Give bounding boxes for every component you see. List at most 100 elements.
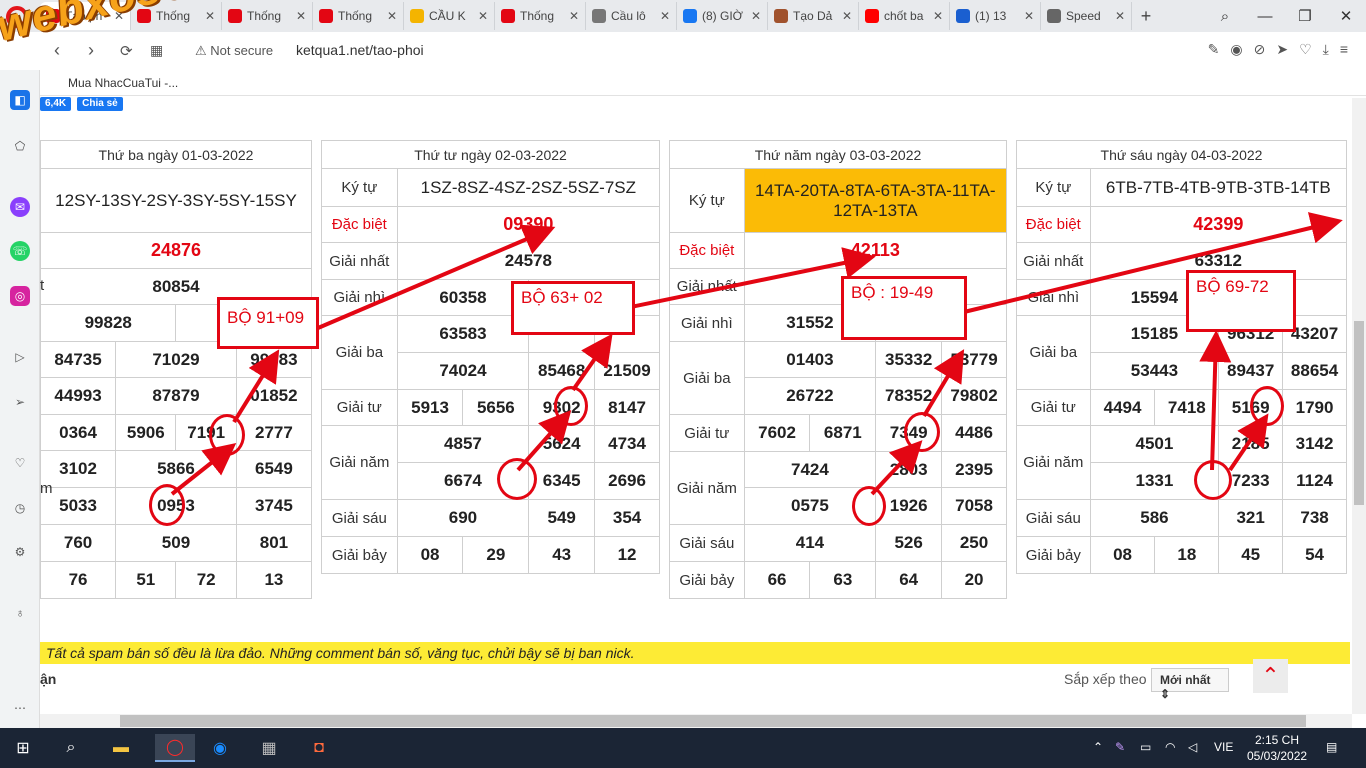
- volume-icon[interactable]: ◁: [1188, 740, 1197, 754]
- tab-close-icon[interactable]: ✕: [205, 9, 215, 23]
- minimize-button[interactable]: —: [1245, 0, 1285, 32]
- special-prize-value: 42113: [743, 232, 1008, 269]
- notification-icon[interactable]: ▤: [1326, 740, 1337, 754]
- browser-tab[interactable]: Speed ✕: [1041, 2, 1132, 30]
- browser-tab[interactable]: CẦU K ✕: [404, 2, 495, 30]
- tips-icon[interactable]: ♁: [10, 603, 30, 623]
- browser-tab[interactable]: Cầu lô ✕: [586, 2, 677, 30]
- tab-label: CẦU K: [429, 9, 466, 23]
- tab-close-icon[interactable]: ✕: [1115, 9, 1125, 23]
- fourth-prize-value: 7602: [743, 414, 811, 452]
- horizontal-scrollbar[interactable]: [40, 714, 1352, 728]
- pinboard-icon[interactable]: ⬠: [10, 136, 30, 156]
- ketqua-icon: [228, 9, 242, 23]
- sixth-prize-value: 586: [1089, 499, 1220, 537]
- browser-tab[interactable]: Thống ✕: [495, 2, 586, 30]
- forward-icon[interactable]: ›: [88, 40, 94, 61]
- calculator-icon[interactable]: ▦: [255, 734, 283, 762]
- windows-taskbar: ⊞ ⌕ ▬ ◯ ◉ ▦ ◘ ⌃ ✎ ▭ ◠ ◁ VIE 2:15 CH 05/0…: [0, 728, 1366, 768]
- tab-close-icon[interactable]: ✕: [296, 9, 306, 23]
- camera-icon[interactable]: ◉: [1230, 41, 1242, 58]
- facebook-icon: [683, 9, 697, 23]
- file-explorer-icon[interactable]: ▬: [107, 734, 135, 762]
- security-warning[interactable]: ⚠ Not secure: [195, 43, 273, 59]
- special-prize-value: 09390: [396, 206, 661, 243]
- fourth-prize-label: Giải tư: [669, 414, 745, 452]
- close-window-button[interactable]: ✕: [1326, 0, 1366, 32]
- download-icon[interactable]: ⤓: [1323, 41, 1329, 58]
- share-button[interactable]: Chia sẻ: [77, 97, 123, 111]
- favorites-icon[interactable]: ♡: [10, 453, 30, 473]
- tray-expand-icon[interactable]: ⌃: [1093, 740, 1103, 754]
- block-icon[interactable]: ⊘: [1254, 41, 1266, 58]
- whatsapp-icon[interactable]: ☏: [10, 241, 30, 261]
- back-icon[interactable]: ‹: [54, 40, 60, 61]
- seventh-prize-value: 76: [39, 561, 117, 599]
- opera-taskbar-icon[interactable]: ◯: [155, 734, 195, 762]
- zalo-icon[interactable]: ◉: [206, 734, 234, 762]
- browser-tab[interactable]: chốt ba ✕: [859, 2, 950, 30]
- tab-close-icon[interactable]: ✕: [842, 9, 852, 23]
- battery-icon[interactable]: ▭: [1140, 740, 1151, 754]
- tab-close-icon[interactable]: ✕: [478, 9, 488, 23]
- sixth-prize-value: 526: [875, 524, 943, 562]
- camera-app-icon[interactable]: ◘: [305, 734, 333, 762]
- system-clock[interactable]: 2:15 CH 05/03/2022: [1247, 732, 1307, 764]
- scrollbar-thumb[interactable]: [1354, 321, 1364, 505]
- menu-icon[interactable]: ≡: [1340, 41, 1348, 58]
- scrollbar-thumb[interactable]: [120, 715, 1306, 727]
- table-day-heading: Thứ năm ngày 03-03-2022: [669, 140, 1007, 169]
- browser-tab[interactable]: Tạo Dả ✕: [768, 2, 859, 30]
- new-tab-button[interactable]: +: [1132, 2, 1160, 30]
- url-field[interactable]: ketqua1.net/tao-phoi: [296, 42, 424, 58]
- search-tabs-icon[interactable]: ⌕: [1205, 0, 1245, 32]
- windows-start-icon[interactable]: ⊞: [9, 734, 37, 762]
- edit-icon[interactable]: ✎: [1208, 41, 1220, 58]
- kytu-label: Ký tự: [321, 168, 398, 207]
- messenger-icon[interactable]: ✉: [10, 197, 30, 217]
- tab-close-icon[interactable]: ✕: [569, 9, 579, 23]
- sidebar-app-icon[interactable]: ◧: [10, 90, 30, 110]
- history-icon[interactable]: ◷: [10, 498, 30, 518]
- fifth-prize-value: 4857: [396, 425, 530, 463]
- player-icon[interactable]: ▷: [10, 347, 30, 367]
- settings-icon[interactable]: ⚙: [10, 542, 30, 562]
- fifth-prize-value: 5624: [528, 425, 596, 463]
- browser-tab[interactable]: (8) GIỜ ✕: [677, 2, 768, 30]
- more-icon[interactable]: ⋯: [10, 698, 30, 718]
- instagram-icon[interactable]: ◎: [10, 286, 30, 306]
- seventh-prize-value: 45: [1218, 536, 1284, 574]
- sixth-prize-value: 738: [1282, 499, 1347, 537]
- reload-icon[interactable]: ⟳: [120, 42, 133, 60]
- vertical-scrollbar[interactable]: [1352, 98, 1366, 714]
- heart-icon[interactable]: ♡: [1299, 41, 1312, 58]
- sort-select[interactable]: Mới nhất ⇕: [1151, 668, 1229, 701]
- bookmark-bar: Mua NhacCuaTui -...: [40, 70, 1366, 96]
- seventh-prize-label: Giải bảy: [321, 536, 398, 574]
- tab-close-icon[interactable]: ✕: [660, 9, 670, 23]
- pen-icon[interactable]: ✎: [1115, 740, 1125, 754]
- speed-dial-icon[interactable]: ▦: [150, 42, 163, 59]
- tab-close-icon[interactable]: ✕: [933, 9, 943, 23]
- restore-button[interactable]: ❐: [1285, 0, 1325, 32]
- scroll-top-button[interactable]: ⌃: [1253, 659, 1288, 693]
- address-bar: ‹ › ⟳ ▦ ⚠ Not secure ketqua1.net/tao-pho…: [40, 32, 1366, 70]
- tab-close-icon[interactable]: ✕: [1024, 9, 1034, 23]
- tab-close-icon[interactable]: ✕: [751, 9, 761, 23]
- wifi-icon[interactable]: ◠: [1165, 740, 1175, 754]
- third-prize-label: Giải ba: [321, 315, 398, 390]
- send-sidebar-icon[interactable]: ➢: [10, 392, 30, 412]
- send-icon[interactable]: ➤: [1276, 41, 1288, 58]
- table-day-heading: Thứ sáu ngày 04-03-2022: [1016, 140, 1347, 169]
- browser-tab[interactable]: (1) 13 ✕: [950, 2, 1041, 30]
- like-count-button[interactable]: 6,4K: [40, 97, 72, 111]
- annotation-bo-91-09: BỘ 91+09: [217, 297, 319, 349]
- browser-tab[interactable]: Thống ✕: [313, 2, 404, 30]
- browser-tab[interactable]: Thống ✕: [222, 2, 313, 30]
- search-icon[interactable]: ⌕: [57, 734, 85, 762]
- fifth-prize-value: 5866: [115, 450, 237, 488]
- language-indicator[interactable]: VIE: [1214, 740, 1233, 754]
- bookmark-item[interactable]: Mua NhacCuaTui -...: [68, 76, 178, 90]
- tab-close-icon[interactable]: ✕: [387, 9, 397, 23]
- second-prize-label: Giải nhì: [669, 304, 745, 342]
